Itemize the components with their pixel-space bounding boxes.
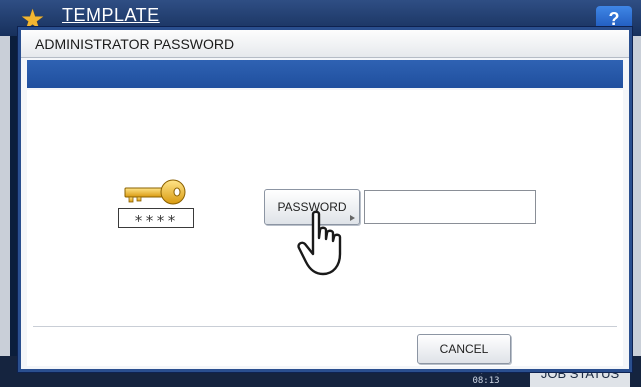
- template-title[interactable]: TEMPLATE: [62, 5, 160, 26]
- password-field[interactable]: [364, 190, 536, 224]
- dialog-titlebar: ADMINISTRATOR PASSWORD: [21, 30, 629, 58]
- cancel-button[interactable]: CANCEL: [417, 334, 511, 364]
- dialog-header-bar: [27, 60, 623, 88]
- pointing-hand-icon: [297, 210, 342, 276]
- background-panel-right: [631, 36, 641, 356]
- masked-password-indicator: ∗∗∗∗: [118, 208, 194, 228]
- arrow-right-icon: [350, 215, 355, 221]
- background-panel-left: [0, 36, 10, 356]
- administrator-password-dialog: ADMINISTRATOR PASSWORD ∗∗∗∗ PASSWORD CAN…: [18, 27, 632, 372]
- dialog-title: ADMINISTRATOR PASSWORD: [35, 36, 235, 52]
- key-icon: [124, 179, 186, 205]
- clock-time: 08:13: [472, 376, 500, 386]
- dialog-divider: [33, 326, 617, 327]
